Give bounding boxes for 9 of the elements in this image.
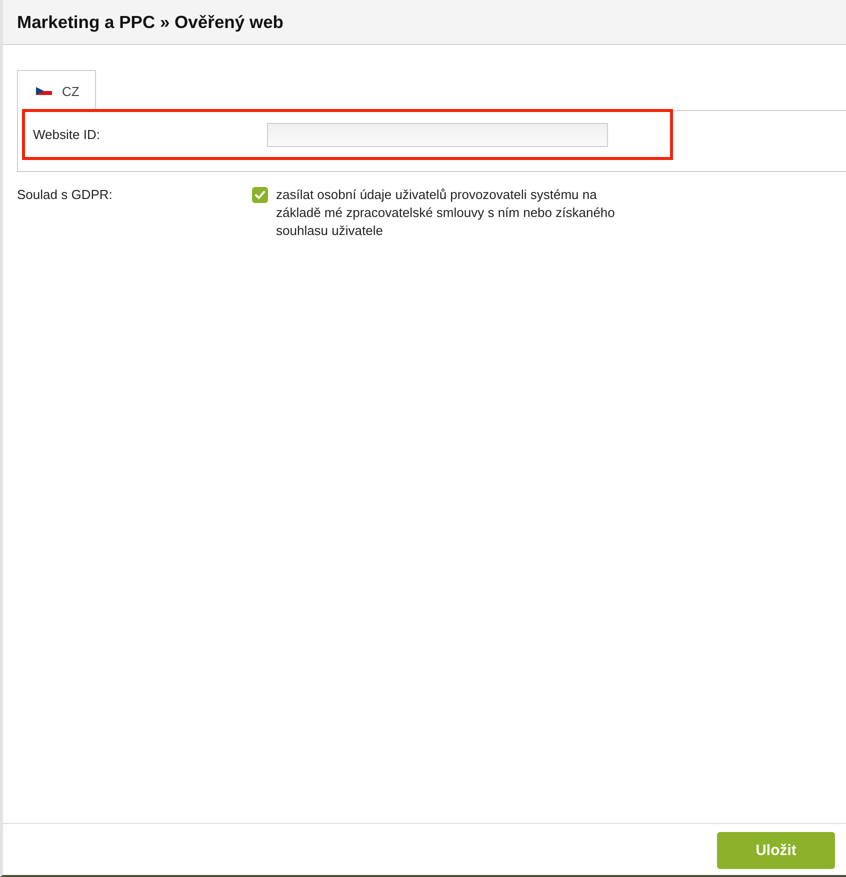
field-label: Soulad s GDPR: — [17, 186, 114, 204]
field-label: Website ID: — [33, 127, 101, 142]
page-title: Marketing a PPC » Ověřený web — [17, 12, 284, 32]
check-icon — [255, 191, 265, 199]
language-tab[interactable]: CZ — [17, 70, 96, 111]
input-field[interactable] — [267, 122, 608, 146]
consent-text: zasílat osobní údaje uživatelů provozovateli systému na základě mé zpracovatelské smlouvy s ním nebo získaného souhlasu uživatele — [276, 186, 616, 240]
flag-icon — [36, 87, 52, 95]
checkbox[interactable] — [252, 187, 268, 203]
